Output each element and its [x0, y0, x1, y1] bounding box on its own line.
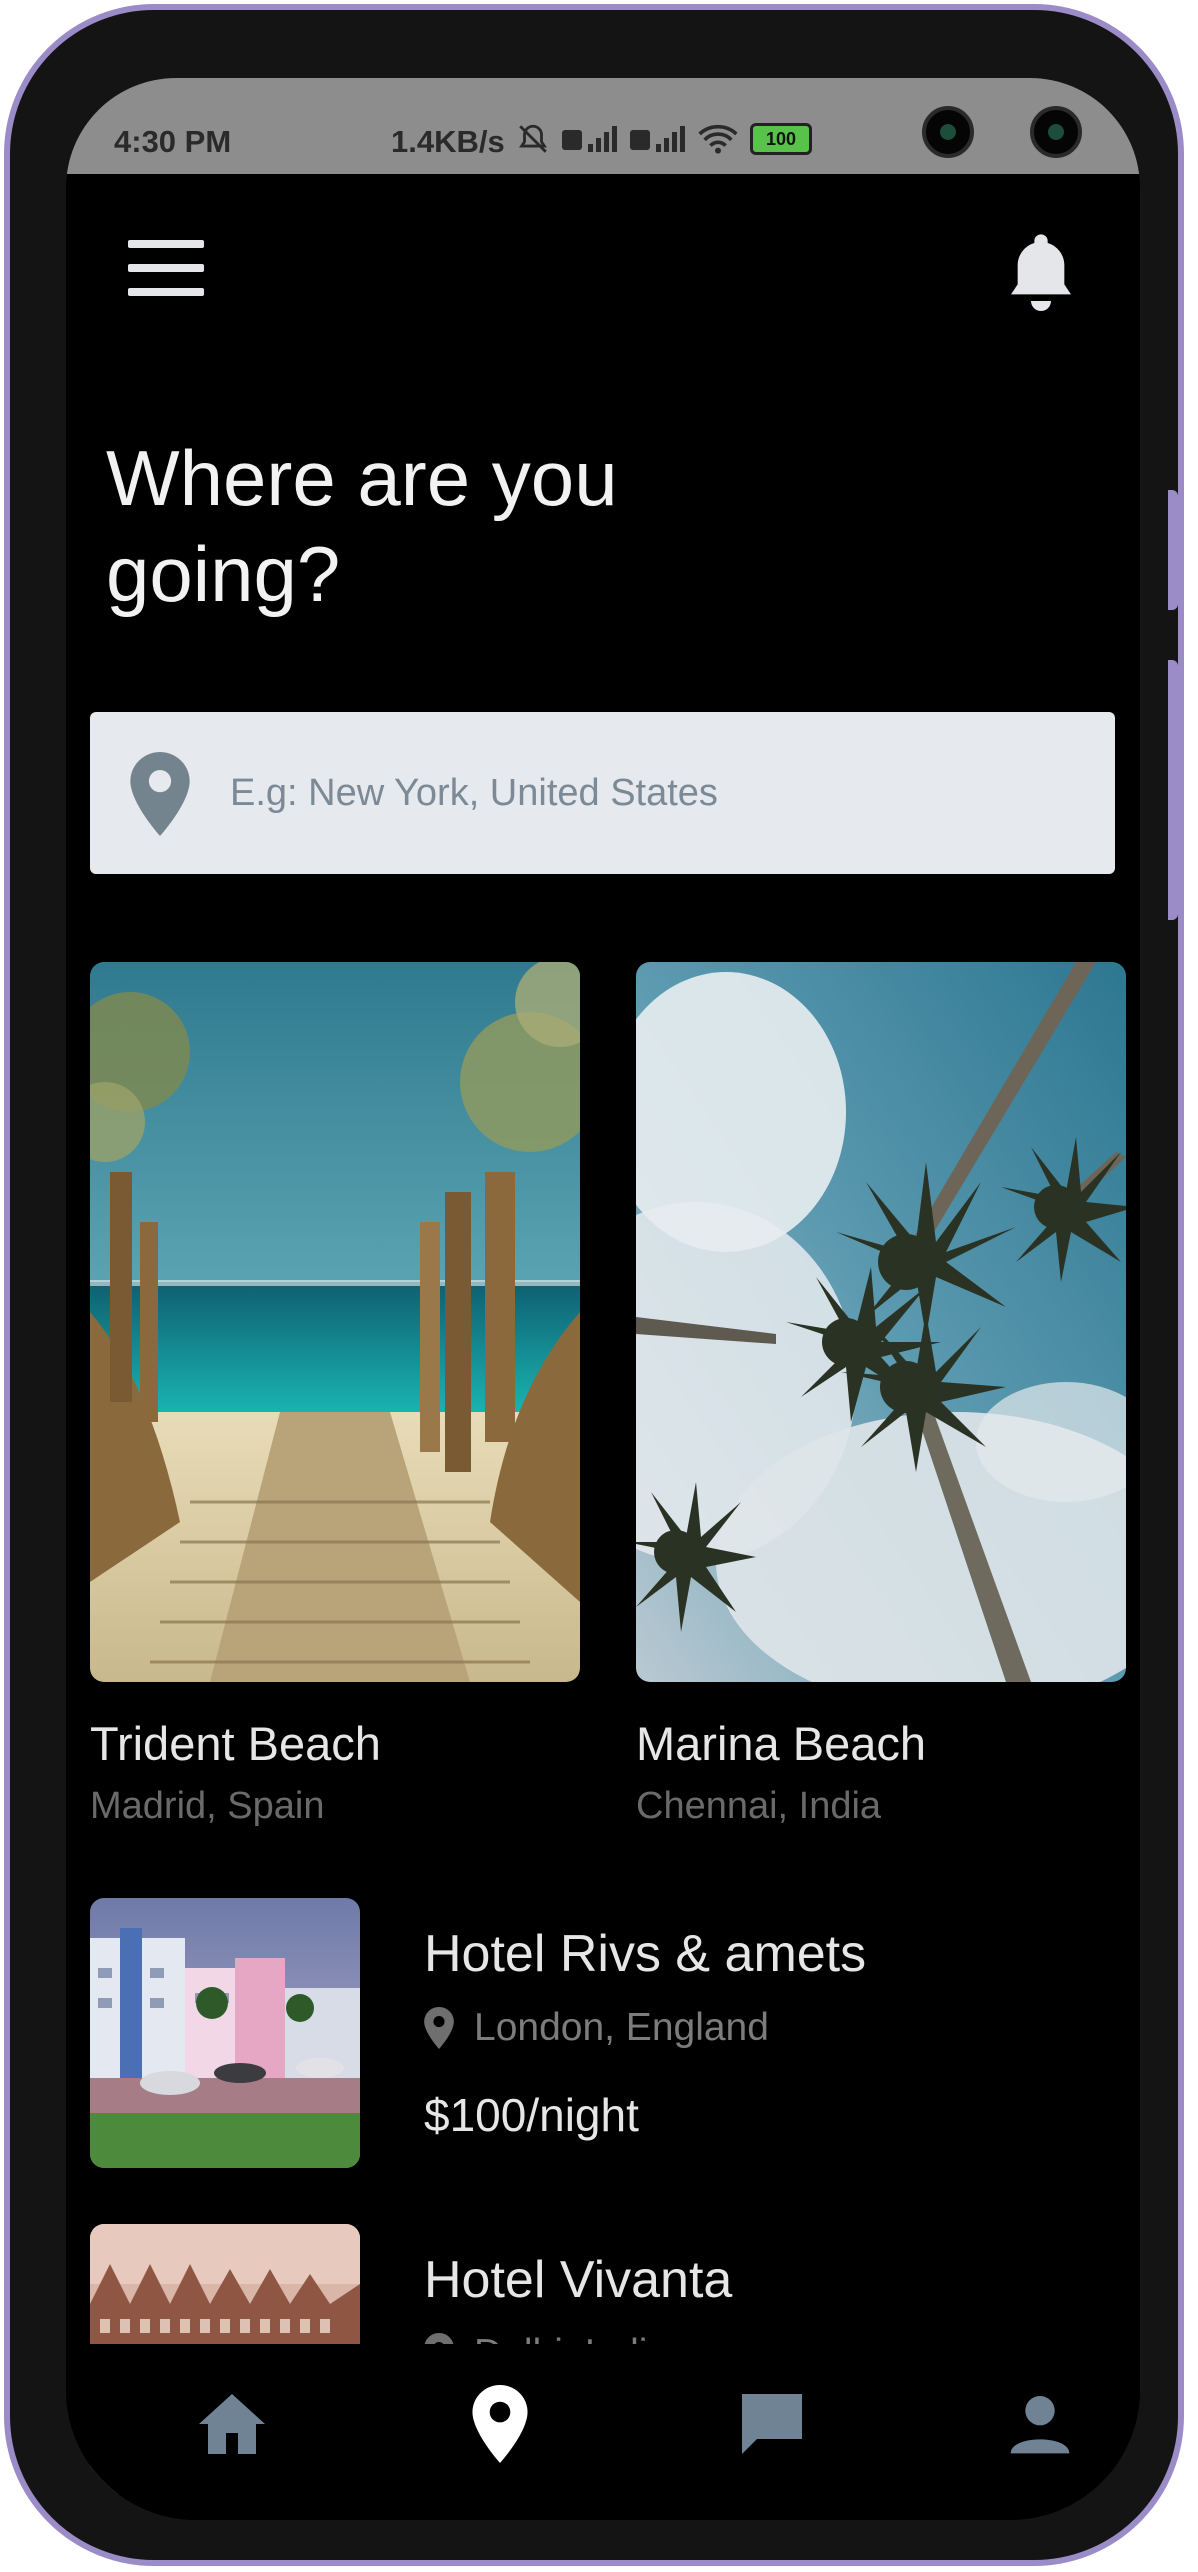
search-bar[interactable]: [90, 712, 1115, 874]
hamburger-icon[interactable]: [128, 240, 204, 296]
destination-location: Madrid, Spain: [90, 1785, 325, 1827]
destination-title: Marina Beach: [636, 1717, 926, 1770]
hotel-list-item[interactable]: Hotel Rivs & amets London, England $100/…: [90, 1898, 1130, 2168]
app-screen: 4:30 PM 1.4KB/s 100 Where are you going?: [66, 78, 1140, 2520]
bottom-navigation: [66, 2344, 1140, 2520]
signal-icon: [630, 126, 685, 152]
nav-explore[interactable]: [460, 2384, 540, 2464]
home-icon: [199, 2394, 265, 2454]
status-network-speed: 1.4KB/s: [391, 124, 505, 159]
bell-icon[interactable]: [1001, 226, 1081, 316]
hotel-price: $100/night: [424, 2089, 639, 2141]
page-title-line2: going?: [106, 530, 341, 618]
battery-icon: 100: [750, 123, 812, 155]
destination-location: Chennai, India: [636, 1785, 882, 1827]
power-button: [1168, 660, 1178, 920]
nav-messages[interactable]: [732, 2384, 812, 2464]
camera-icon: [922, 106, 974, 158]
nav-profile[interactable]: [1000, 2384, 1080, 2464]
page-title-line1: Where are you: [106, 434, 618, 522]
volume-button: [1168, 490, 1178, 610]
phone-frame: 4:30 PM 1.4KB/s 100 Where are you going?: [4, 4, 1184, 2566]
status-icons: 100: [516, 122, 812, 156]
hotel-name: Hotel Vivanta: [424, 2251, 733, 2309]
hotel-name: Hotel Rivs & amets: [424, 1925, 867, 1983]
page-title: Where are you going?: [106, 430, 806, 622]
destination-card[interactable]: Trident Beach Madrid, Spain: [90, 962, 580, 1828]
profile-icon: [1010, 2396, 1070, 2454]
location-pin-icon: [130, 752, 190, 836]
wifi-icon: [698, 124, 738, 154]
hotel-image: [90, 1898, 360, 2168]
mute-icon: [519, 124, 547, 153]
chat-icon: [742, 2394, 802, 2454]
destination-card[interactable]: Marina Beach Chennai, India: [636, 962, 1126, 1828]
destination-title: Trident Beach: [90, 1717, 381, 1770]
location-pin-icon: [424, 2007, 454, 2049]
status-bar: 4:30 PM 1.4KB/s 100: [66, 78, 1140, 174]
search-input[interactable]: [228, 762, 1072, 824]
destination-image: [636, 962, 1126, 1682]
location-pin-icon: [472, 2385, 528, 2463]
status-time: 4:30 PM: [114, 124, 232, 159]
camera-icon: [1030, 106, 1082, 158]
signal-icon: [562, 126, 617, 152]
destination-image: [90, 962, 580, 1682]
hotel-location-text: London, England: [474, 2006, 769, 2049]
nav-home[interactable]: [192, 2384, 272, 2464]
hotel-location: London, England: [424, 2006, 769, 2050]
